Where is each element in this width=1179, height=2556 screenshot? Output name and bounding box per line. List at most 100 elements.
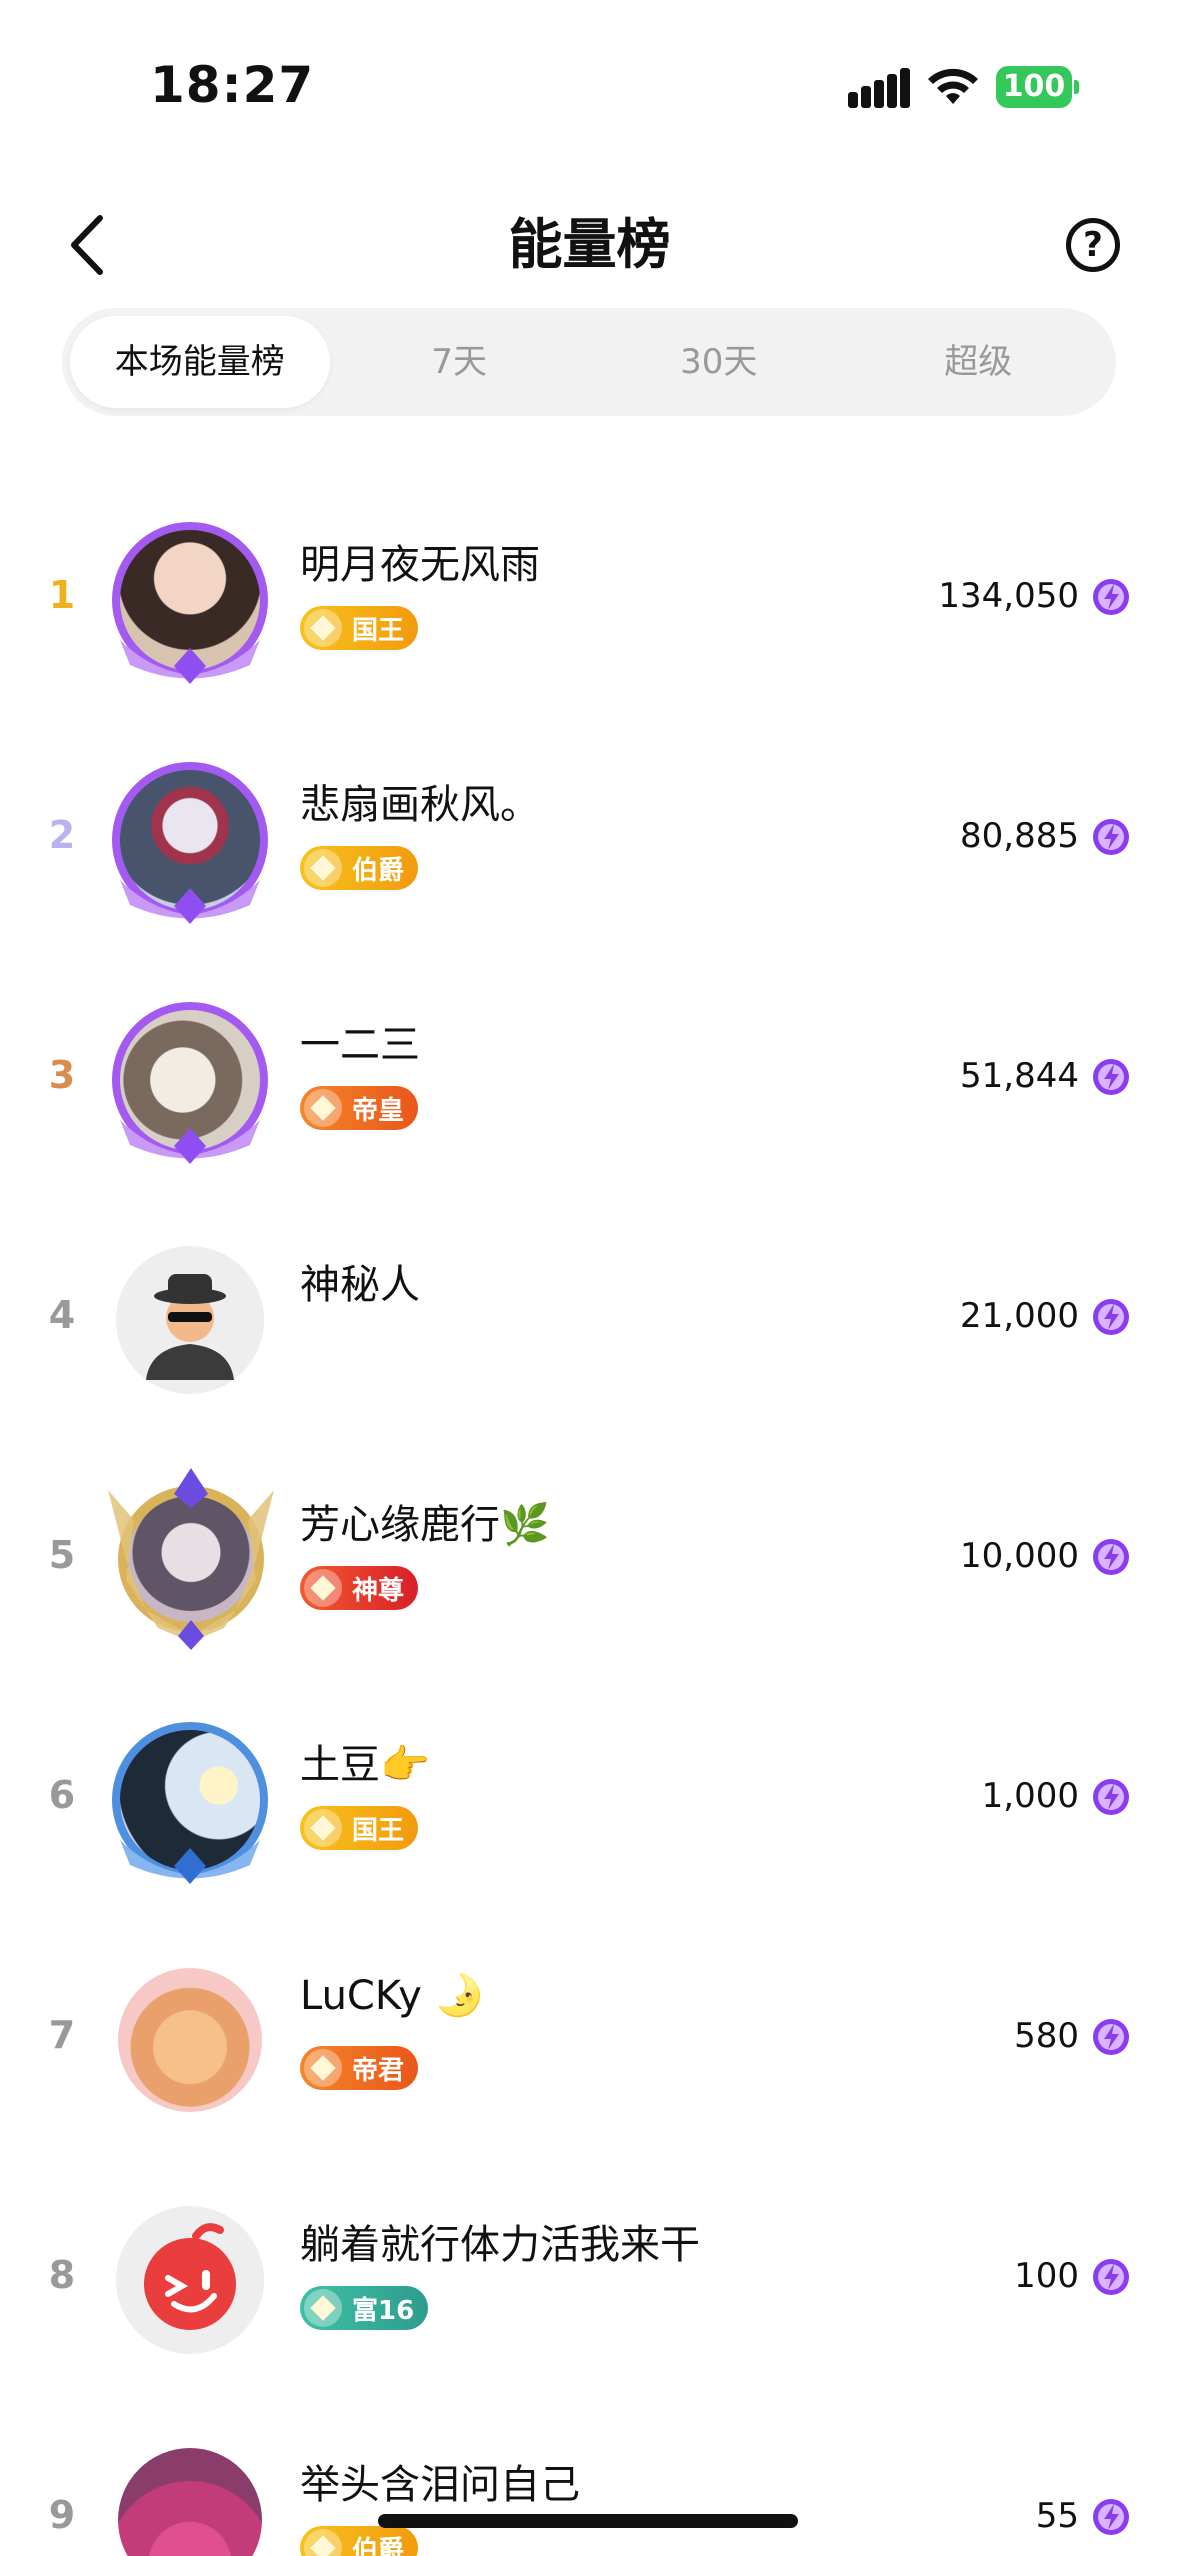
rank-number: 6 [48,1773,76,1817]
lightning-energy-icon [1093,579,1129,615]
wealth-level-icon [304,2289,342,2327]
rank-number: 7 [48,2013,76,2057]
mystery-person-icon [116,1246,264,1394]
help-icon[interactable]: ? [1066,218,1120,272]
user-name: 土豆👉 [300,1742,430,1788]
leaderboard-row[interactable]: 5 芳心缘鹿行🌿 神尊 10,000 [0,1440,1179,1680]
lightning-energy-icon [1093,2499,1129,2535]
energy-score: 580 [1014,2016,1079,2056]
level-badge-label: 富16 [352,2295,415,2326]
avatar-frame-icon [112,522,268,684]
user-name: 一二三 [300,1022,420,1068]
avatar[interactable] [110,2440,270,2556]
page-header: 能量榜 ? [0,190,1179,300]
tab-30-days[interactable]: 30天 [589,316,849,408]
level-badge: 国王 [300,606,419,650]
tab-super[interactable]: 超级 [849,316,1109,408]
level-badge-label: 伯爵 [352,2535,405,2556]
rank-number: 5 [48,1533,76,1577]
avatar-frame-icon [112,1002,268,1164]
user-name: LuCKy 🌛 [300,1973,485,2019]
level-badge-label: 伯爵 [352,855,405,886]
avatar[interactable] [110,2200,270,2360]
user-name: 悲扇画秋风。 [300,782,540,828]
lightning-energy-icon [1093,1539,1129,1575]
leaderboard-row[interactable]: 2 悲扇画秋风。 伯爵 80,885 [0,720,1179,960]
tab-7-days[interactable]: 7天 [330,316,590,408]
avatar[interactable] [110,1000,270,1164]
energy-score: 134,050 [938,576,1079,616]
level-badge: 伯爵 [300,846,419,890]
lightning-energy-icon [1093,1059,1129,1095]
level-badge-label: 帝皇 [352,1095,405,1126]
level-badge: 国王 [300,1806,419,1850]
level-badge: 伯爵 [300,2526,419,2556]
rank-number: 9 [48,2493,76,2537]
energy-score: 80,885 [960,816,1079,856]
range-tabs: 本场能量榜 7天 30天 超级 [62,308,1116,416]
user-name: 明月夜无风雨 [300,542,540,588]
rank-number: 3 [48,1053,76,1097]
status-bar: 18:27 100 [0,0,1179,150]
leaderboard-row[interactable]: 6 土豆👉 国王 1,000 [0,1680,1179,1920]
level-badge-label: 帝君 [352,2055,405,2086]
energy-score: 1,000 [981,1776,1079,1816]
user-name: 神秘人 [300,1262,420,1308]
crown-gem-icon [304,849,342,887]
level-badge-label: 国王 [352,1815,405,1846]
rank-number: 8 [48,2253,76,2297]
avatar[interactable] [110,760,270,924]
level-badge: 神尊 [300,1566,419,1610]
rank-number: 1 [48,573,76,617]
avatar[interactable] [86,1460,296,1650]
avatar[interactable] [110,1720,270,1884]
lightning-energy-icon [1093,1779,1129,1815]
energy-score: 10,000 [960,1536,1079,1576]
user-name: 举头含泪问自己 [300,2462,580,2508]
tab-current-session[interactable]: 本场能量榜 [70,316,330,408]
rank-number: 2 [48,813,76,857]
battery-level: 100 [1002,69,1066,104]
avatar[interactable] [110,1240,270,1400]
crown-gem-icon [304,1809,342,1847]
battery-icon: 100 [996,66,1079,108]
level-badge-label: 国王 [352,615,405,646]
cellular-signal-icon [848,68,910,108]
leaderboard-row[interactable]: 9 举头含泪问自己 伯爵 55 [0,2400,1179,2556]
energy-score: 51,844 [960,1056,1079,1096]
emperor-emblem-icon [304,1089,342,1127]
energy-score: 100 [1014,2256,1079,2296]
avatar-frame-icon [112,1722,268,1884]
lightning-energy-icon [1093,2019,1129,2055]
lightning-energy-icon [1093,819,1129,855]
level-badge: 富16 [300,2286,429,2330]
level-badge: 帝君 [300,2046,419,2090]
crown-gem-icon [304,2529,342,2556]
energy-score: 21,000 [960,1296,1079,1336]
lightning-energy-icon [1093,2259,1129,2295]
leaderboard-row[interactable]: 8 躺着就行体力活我来干 富16 100 [0,2160,1179,2400]
leaderboard-row[interactable]: 3 一二三 帝皇 51,844 [0,960,1179,1200]
crown-gem-icon [304,609,342,647]
rank-number: 4 [48,1293,76,1337]
home-indicator[interactable] [378,2514,798,2528]
level-badge-label: 神尊 [352,1575,405,1606]
wifi-icon [928,68,978,104]
user-name: 躺着就行体力活我来干 [300,2222,700,2268]
page-title: 能量榜 [508,213,671,276]
status-time: 18:27 [150,56,315,114]
leaderboard-row[interactable]: 7 LuCKy 🌛 帝君 580 [0,1920,1179,2160]
leaderboard-row[interactable]: 1 明月夜无风雨 国王 134,050 [0,480,1179,720]
level-badge: 帝皇 [300,1086,419,1130]
leaderboard-row[interactable]: 4 神秘人 21,000 [0,1200,1179,1440]
wink-face-icon [116,2206,264,2354]
energy-score: 55 [1035,2496,1079,2536]
lightning-energy-icon [1093,1299,1129,1335]
avatar[interactable] [110,520,270,684]
avatar-frame-icon [108,1468,274,1650]
user-name: 芳心缘鹿行🌿 [300,1502,550,1548]
deity-emblem-icon [304,1569,342,1607]
avatar[interactable] [110,1960,270,2120]
chevron-rank-icon [304,2049,342,2087]
avatar-frame-icon [112,762,268,924]
